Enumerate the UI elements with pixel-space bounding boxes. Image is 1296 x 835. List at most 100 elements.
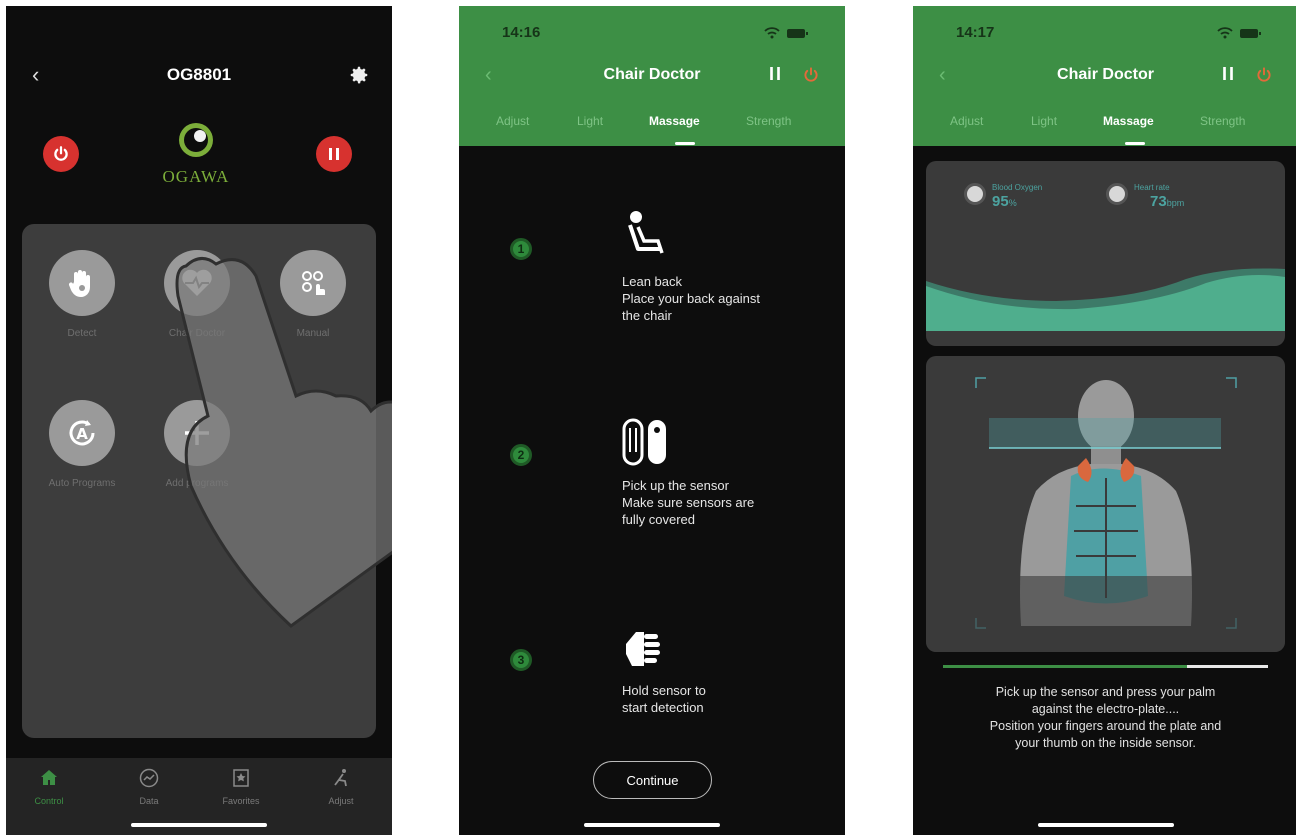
mode-panel: Detect Chair Doctor Manual A Auto Progra…	[22, 224, 376, 738]
mode-label: Chair Doctor	[168, 328, 226, 339]
mode-label: Add programs	[165, 478, 229, 489]
active-tab-indicator	[675, 142, 695, 145]
tab-control[interactable]: Control	[14, 768, 84, 806]
chair-icon	[334, 769, 347, 787]
auto-program-icon: A	[49, 400, 115, 466]
wifi-icon	[1217, 27, 1233, 39]
tab-light[interactable]: Light	[1031, 114, 1057, 128]
wifi-icon	[764, 27, 780, 39]
pause-button[interactable]: II	[1222, 64, 1236, 85]
progress-fill	[943, 665, 1187, 668]
status-time: 14:17	[956, 24, 995, 41]
chair-doctor-detection-screen: 14:17 ‹ Chair Doctor II Adjust Light Mas…	[913, 6, 1296, 835]
step-number: 2	[510, 444, 532, 466]
mode-auto-programs[interactable]: A Auto Programs	[37, 400, 127, 490]
bottom-tab-bar: Control Data Favorites Adjust	[6, 758, 392, 835]
step-line: Pick up the sensor	[622, 478, 729, 493]
tab-massage[interactable]: Massage	[649, 114, 700, 128]
step-line: the chair	[622, 308, 672, 323]
green-header: 14:16 ‹ Chair Doctor II Adjust Light Mas…	[459, 6, 845, 146]
pause-button[interactable]	[316, 136, 352, 172]
home-indicator	[584, 823, 720, 827]
power-icon[interactable]	[1255, 66, 1273, 84]
step-line: Hold sensor to	[622, 683, 706, 698]
ogawa-home-screen: ‹ OG8801 OGAWA Detect Chair Doctor Manua…	[6, 6, 392, 835]
detection-progress-bar	[943, 665, 1268, 668]
tab-favorites[interactable]: Favorites	[206, 768, 276, 806]
vitals-card: Blood Oxygen 95% Heart rate 73bpm	[926, 161, 1285, 346]
tab-adjust[interactable]: Adjust	[496, 114, 529, 128]
step-2-text: Pick up the sensor Make sure sensors are…	[622, 477, 822, 528]
top-bar: ‹ OG8801	[6, 62, 392, 92]
tab-adjust[interactable]: Adjust	[950, 114, 983, 128]
mode-label: Auto Programs	[48, 478, 116, 489]
battery-icon	[787, 29, 808, 38]
mode-manual[interactable]: Manual	[268, 250, 358, 340]
step-line: Make sure sensors are	[622, 495, 755, 510]
tab-adjust[interactable]: Adjust	[306, 768, 376, 806]
tab-massage[interactable]: Massage	[1103, 114, 1154, 128]
instruction-line: Pick up the sensor and press your palm	[995, 685, 1216, 699]
mode-chair-doctor[interactable]: Chair Doctor	[152, 250, 242, 340]
logo-text: OGAWA	[162, 167, 230, 186]
status-icons	[1216, 26, 1262, 44]
battery-icon	[1240, 29, 1261, 38]
step-3-text: Hold sensor to start detection	[622, 682, 822, 716]
pause-icon	[329, 148, 339, 160]
instruction-line: Position your fingers around the plate a…	[989, 719, 1222, 733]
ogawa-logo-icon	[179, 123, 213, 157]
screen-title: Chair Doctor	[603, 66, 701, 83]
tab-light[interactable]: Light	[577, 114, 603, 128]
manual-touch-icon	[280, 250, 346, 316]
power-button[interactable]	[43, 136, 79, 172]
step-line: start detection	[622, 700, 704, 715]
mode-add-programs[interactable]: Add programs	[152, 400, 242, 490]
mode-detect[interactable]: Detect	[37, 250, 127, 340]
gear-icon[interactable]	[348, 64, 370, 86]
home-icon	[41, 770, 57, 785]
heart-rate-waveform	[926, 268, 1285, 331]
chart-icon	[139, 768, 159, 788]
status-icons	[763, 26, 809, 44]
active-tab-indicator	[1125, 142, 1145, 145]
tab-label: Data	[139, 796, 159, 806]
svg-text:A: A	[76, 425, 88, 443]
instruction-line: your thumb on the inside sensor.	[1015, 736, 1196, 750]
tab-label: Favorites	[222, 796, 260, 806]
hold-sensor-icon	[626, 632, 660, 666]
heart-rate-icon	[164, 250, 230, 316]
chair-doctor-instructions-screen: 14:16 ‹ Chair Doctor II Adjust Light Mas…	[459, 6, 845, 835]
instruction-line: against the electro-plate....	[1031, 702, 1180, 716]
body-silhouette-figure	[926, 377, 1285, 652]
body-scan-card	[926, 356, 1285, 652]
device-title: OG8801	[166, 65, 232, 84]
home-indicator	[131, 823, 267, 827]
ogawa-logo: OGAWA	[161, 120, 231, 187]
home-indicator	[1037, 823, 1174, 827]
step-line: Place your back against	[622, 291, 761, 306]
power-icon[interactable]	[802, 66, 820, 84]
star-icon	[233, 769, 249, 787]
tab-label: Adjust	[328, 796, 354, 806]
instruction-text: Pick up the sensor and press your palm a…	[923, 684, 1288, 752]
tab-strength[interactable]: Strength	[746, 114, 791, 128]
tab-label: Control	[34, 796, 64, 806]
status-time: 14:16	[502, 24, 541, 41]
step-1-text: Lean back Place your back against the ch…	[622, 273, 822, 324]
tab-data[interactable]: Data	[114, 768, 184, 806]
step-number: 1	[510, 238, 532, 260]
green-header: 14:17 ‹ Chair Doctor II Adjust Light Mas…	[913, 6, 1296, 146]
step-number: 3	[510, 649, 532, 671]
mode-label: Detect	[67, 328, 97, 339]
hand-detect-icon	[49, 250, 115, 316]
power-icon	[54, 146, 68, 161]
step-line: Lean back	[622, 274, 682, 289]
mode-label: Manual	[296, 328, 330, 339]
continue-button[interactable]: Continue	[593, 761, 712, 799]
lean-back-icon	[628, 211, 664, 254]
sensor-icon	[622, 418, 666, 466]
tab-strength[interactable]: Strength	[1200, 114, 1245, 128]
pause-button[interactable]: II	[769, 64, 783, 85]
screen-title: Chair Doctor	[1057, 66, 1154, 83]
step-line: fully covered	[622, 512, 695, 527]
